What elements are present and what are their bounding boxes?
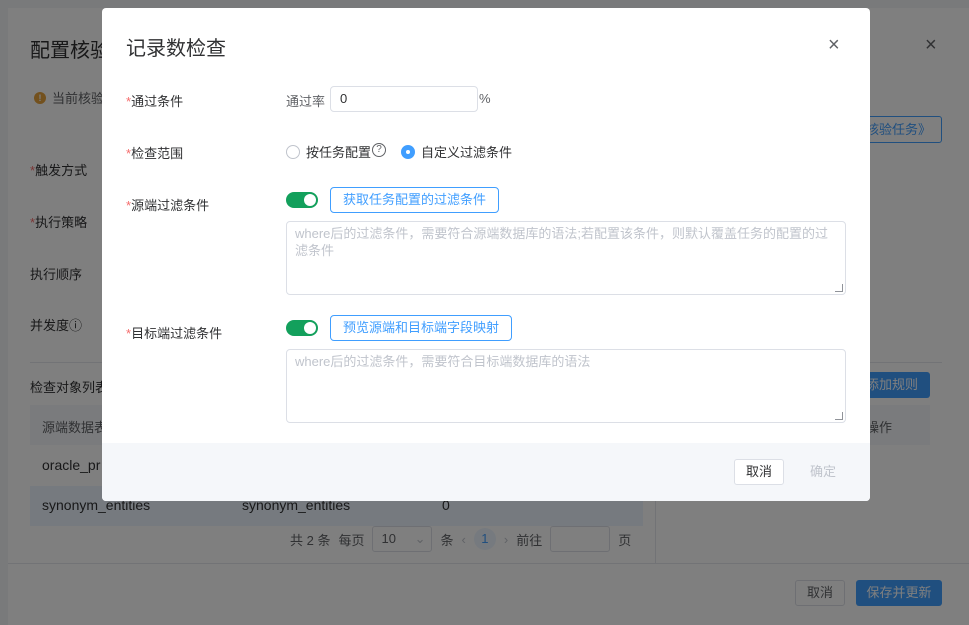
source-filter-placeholder: where后的过滤条件，需要符合源端数据库的语法;若配置该条件，则默认覆盖任务的…	[295, 226, 829, 258]
radio-unchecked-icon[interactable]	[286, 144, 300, 159]
target-filter-textarea[interactable]: where后的过滤条件，需要符合目标端数据库的语法	[286, 349, 846, 423]
source-filter-textarea[interactable]: where后的过滤条件，需要符合源端数据库的语法;若配置该条件，则默认覆盖任务的…	[286, 221, 846, 295]
pass-rate-label: 通过率	[286, 94, 326, 109]
resize-handle-icon[interactable]	[835, 412, 843, 420]
radio-task-config[interactable]: 按任务配置	[286, 142, 371, 161]
source-filter-switch[interactable]	[286, 192, 318, 208]
check-scope-label: *检查范围	[126, 146, 184, 161]
source-filter-label: *源端过滤条件	[126, 198, 210, 213]
cancel-button[interactable]: 取消	[734, 459, 784, 485]
percent-unit: %	[479, 91, 491, 106]
dialog-title: 记录数检查	[126, 38, 226, 60]
pass-condition-label: *通过条件	[126, 94, 184, 109]
get-task-filter-button[interactable]: 获取任务配置的过滤条件	[330, 187, 500, 213]
pass-rate-input[interactable]: 0	[330, 86, 478, 112]
help-icon[interactable]: ?	[372, 143, 386, 157]
target-filter-placeholder: where后的过滤条件，需要符合目标端数据库的语法	[295, 354, 591, 369]
target-filter-label: *目标端过滤条件	[126, 326, 223, 341]
radio-checked-icon[interactable]	[401, 144, 415, 159]
close-icon[interactable]: ×	[828, 34, 840, 57]
radio-custom-filter[interactable]: 自定义过滤条件	[401, 142, 512, 161]
resize-handle-icon[interactable]	[835, 284, 843, 292]
record-count-dialog: 记录数检查 × *通过条件 通过率 0 % *检查范围 按任务配置 ? 自定义过…	[102, 8, 870, 501]
confirm-button[interactable]: 确定	[798, 459, 848, 485]
target-filter-switch[interactable]	[286, 320, 318, 336]
preview-mapping-button[interactable]: 预览源端和目标端字段映射	[330, 315, 513, 341]
